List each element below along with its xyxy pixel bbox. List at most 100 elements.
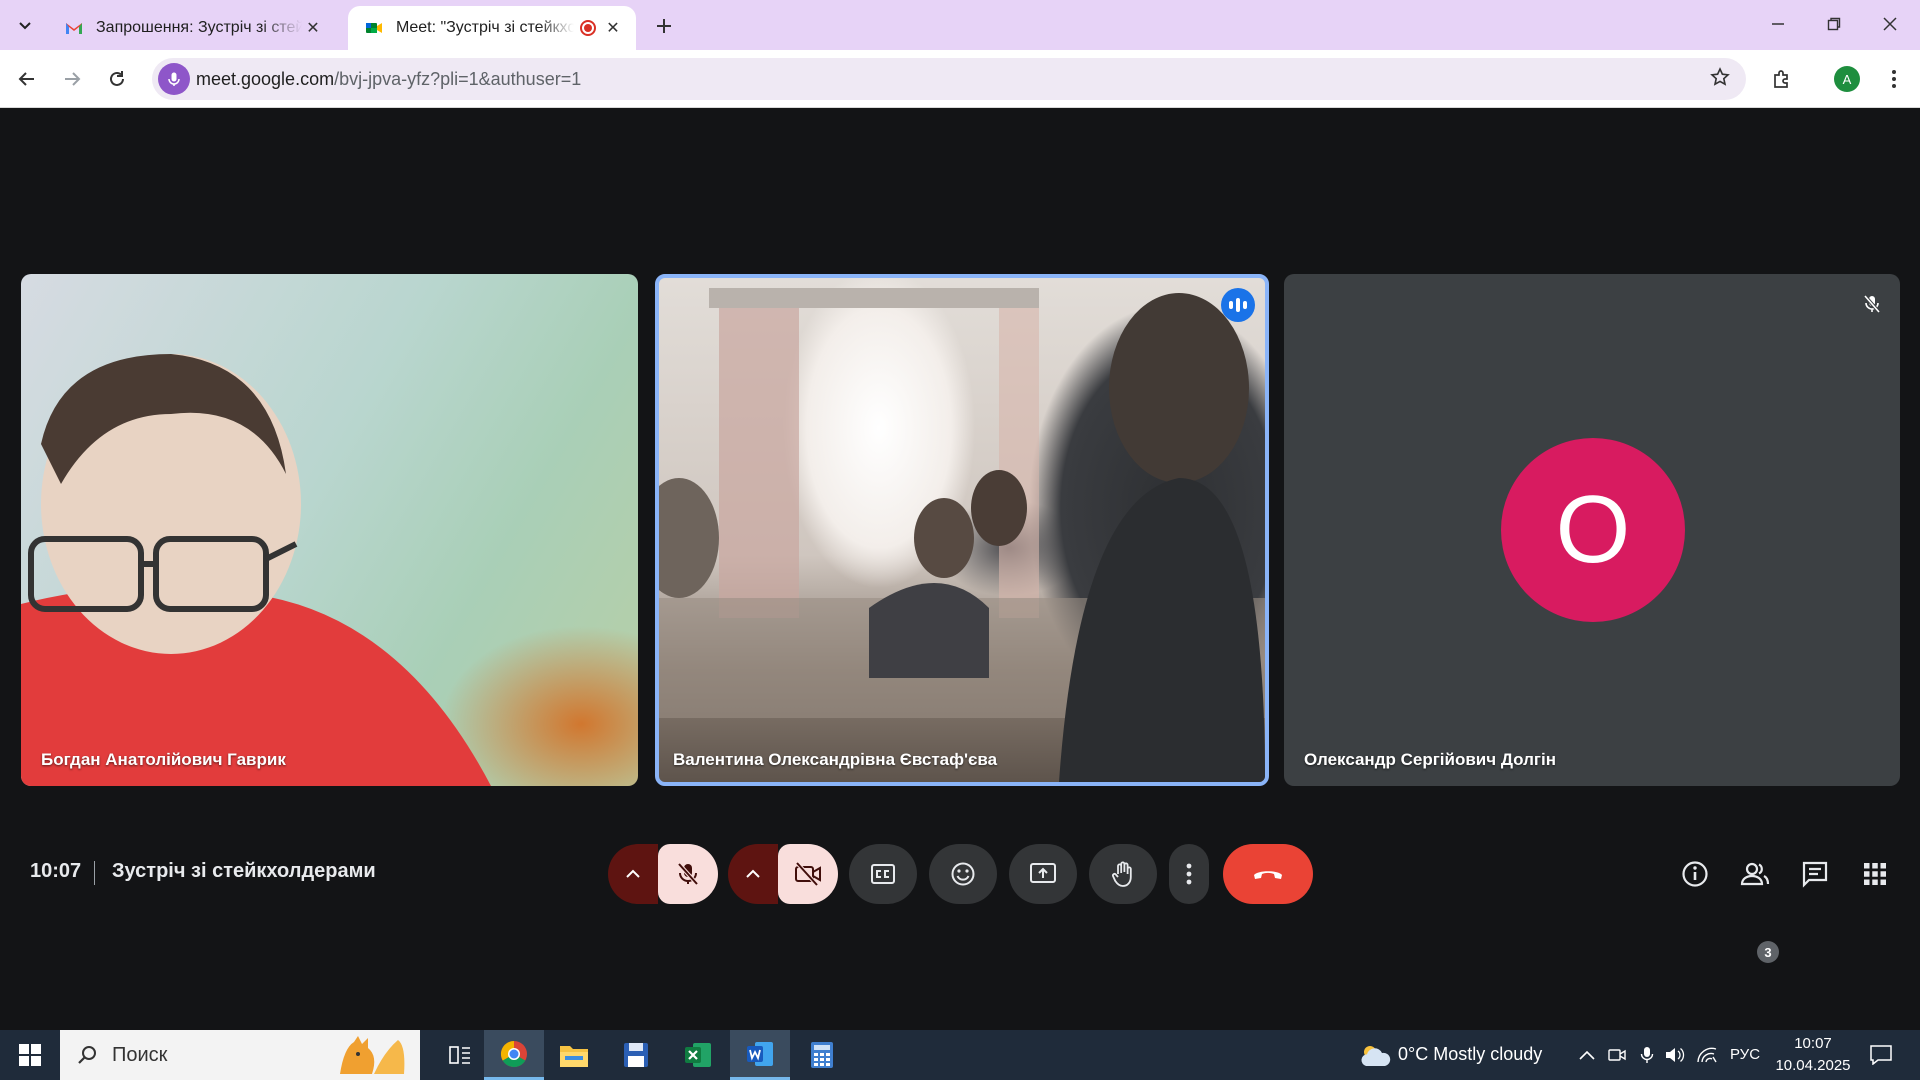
camera-options-button[interactable] bbox=[728, 844, 778, 904]
new-tab-button[interactable] bbox=[650, 12, 678, 40]
leave-call-button[interactable] bbox=[1223, 844, 1313, 904]
search-placeholder: Поиск bbox=[112, 1043, 168, 1066]
minimize-icon bbox=[1772, 23, 1784, 25]
hand-icon bbox=[1112, 861, 1132, 887]
browser-menu-button[interactable] bbox=[1880, 62, 1908, 96]
chrome-icon bbox=[500, 1040, 527, 1067]
excel-icon bbox=[685, 1043, 711, 1067]
microphone-tray-icon[interactable] bbox=[1636, 1044, 1658, 1066]
info-icon bbox=[1682, 861, 1708, 887]
reactions-button[interactable] bbox=[929, 844, 997, 904]
search-highlight-fox-icon bbox=[340, 1036, 405, 1074]
address-bar[interactable]: meet.google.com/bvj-jpva-yfz?pli=1&authu… bbox=[152, 58, 1746, 100]
profile-avatar[interactable]: A bbox=[1834, 66, 1860, 92]
close-tab-icon[interactable]: ✕ bbox=[302, 17, 324, 39]
chat-icon bbox=[1802, 861, 1828, 888]
reload-icon bbox=[110, 71, 124, 86]
close-window-button[interactable] bbox=[1862, 0, 1918, 48]
more-vert-icon bbox=[1892, 70, 1896, 88]
arrow-left-icon bbox=[18, 72, 34, 86]
divider bbox=[94, 861, 95, 885]
participant-avatar: О bbox=[1501, 438, 1685, 622]
participant-video bbox=[659, 288, 1265, 782]
chat-button[interactable] bbox=[1797, 856, 1833, 892]
url-host: meet.google.com bbox=[196, 69, 335, 89]
participant-tile-speaking[interactable]: Валентина Олександрівна Євстаф'єва bbox=[655, 274, 1269, 786]
clock-date[interactable]: 10.04.2025 bbox=[1774, 1057, 1852, 1074]
bookmark-star-icon[interactable] bbox=[1710, 67, 1730, 93]
activities-button[interactable] bbox=[1857, 856, 1893, 892]
clock-time[interactable]: 10:07 bbox=[1778, 1035, 1848, 1052]
network-icon[interactable] bbox=[1696, 1044, 1718, 1066]
forward-button[interactable] bbox=[55, 62, 89, 96]
mic-off-icon bbox=[1858, 290, 1886, 318]
url-text: meet.google.com/bvj-jpva-yfz?pli=1&authu… bbox=[196, 69, 581, 90]
restore-button[interactable] bbox=[1806, 0, 1862, 48]
reload-button[interactable] bbox=[100, 62, 134, 96]
file-explorer-icon bbox=[560, 1046, 588, 1067]
meet-icon bbox=[366, 23, 382, 33]
camera-control bbox=[728, 844, 838, 904]
taskbar-search[interactable]: Поиск bbox=[60, 1030, 420, 1080]
microphone-in-use-icon[interactable] bbox=[158, 63, 190, 95]
taskbar-excel[interactable] bbox=[668, 1030, 728, 1080]
gmail-icon bbox=[66, 23, 82, 34]
meeting-clock: 10:07 bbox=[30, 860, 82, 882]
meet-now-icon[interactable] bbox=[1606, 1044, 1628, 1066]
task-view-button[interactable] bbox=[430, 1030, 490, 1080]
close-tab-icon[interactable]: ✕ bbox=[602, 17, 624, 39]
more-vert-icon bbox=[1186, 863, 1192, 885]
restore-icon bbox=[1827, 17, 1841, 31]
chevron-up-icon bbox=[746, 869, 760, 878]
raise-hand-button[interactable] bbox=[1089, 844, 1157, 904]
browser-toolbar: meet.google.com/bvj-jpva-yfz?pli=1&authu… bbox=[0, 50, 1920, 108]
camera-off-icon bbox=[795, 861, 821, 887]
tab-title: Meet: "Зустріч зі стейкхолдерами" bbox=[396, 19, 574, 36]
puzzle-icon bbox=[1774, 70, 1788, 88]
participant-tile[interactable]: Богдан Анатолійович Гаврик bbox=[21, 274, 638, 786]
people-button[interactable] bbox=[1737, 856, 1773, 892]
close-icon bbox=[1883, 17, 1897, 31]
url-path: /bvj-jpva-yfz?pli=1&authuser=1 bbox=[334, 69, 582, 89]
start-button[interactable] bbox=[0, 1030, 60, 1080]
taskbar-save-app[interactable] bbox=[606, 1030, 666, 1080]
mic-off-icon bbox=[677, 862, 699, 886]
show-hidden-icons-chevron-icon[interactable] bbox=[1576, 1044, 1598, 1066]
weather-text[interactable]: 0°C Mostly cloudy bbox=[1398, 1044, 1542, 1065]
people-icon bbox=[1740, 862, 1770, 886]
search-icon bbox=[76, 1044, 98, 1066]
taskbar-word[interactable] bbox=[730, 1030, 790, 1080]
taskbar-calculator[interactable] bbox=[792, 1030, 852, 1080]
word-icon bbox=[747, 1041, 773, 1066]
tab-strip: Запрошення: Зустріч зі стейкхолдерами ✕ … bbox=[0, 0, 1920, 50]
meeting-details-button[interactable] bbox=[1677, 856, 1713, 892]
save-icon bbox=[624, 1043, 648, 1067]
chevron-down-icon bbox=[19, 22, 31, 30]
tab-search-button[interactable] bbox=[10, 10, 40, 40]
participant-name: Олександр Сергійович Долгін bbox=[1304, 750, 1556, 769]
mic-options-button[interactable] bbox=[608, 844, 658, 904]
taskbar-chrome[interactable] bbox=[484, 1030, 544, 1080]
task-view-icon bbox=[449, 1046, 470, 1064]
participant-count-badge: 3 bbox=[1757, 941, 1779, 963]
camera-toggle-button[interactable] bbox=[778, 844, 838, 904]
participant-tile[interactable]: О Олександр Сергійович Долгін bbox=[1284, 274, 1900, 786]
meeting-title: Зустріч зі стейкхолдерами bbox=[112, 860, 376, 882]
captions-button[interactable] bbox=[849, 844, 917, 904]
recording-icon bbox=[580, 20, 596, 36]
extensions-button[interactable] bbox=[1766, 63, 1798, 95]
back-button[interactable] bbox=[10, 62, 44, 96]
tab-meet[interactable]: Meet: "Зустріч зі стейкхолдерами" ✕ bbox=[348, 6, 636, 50]
more-options-button[interactable] bbox=[1169, 844, 1209, 904]
minimize-button[interactable] bbox=[1750, 0, 1806, 48]
chevron-up-icon bbox=[626, 869, 640, 878]
taskbar-file-explorer[interactable] bbox=[544, 1030, 604, 1080]
volume-icon[interactable] bbox=[1664, 1044, 1686, 1066]
tab-gmail-invite[interactable]: Запрошення: Зустріч зі стейкхолдерами ✕ bbox=[48, 6, 336, 50]
hang-up-icon bbox=[1254, 871, 1282, 879]
input-language[interactable]: РУС bbox=[1730, 1046, 1760, 1063]
apps-grid-icon bbox=[1864, 863, 1886, 885]
mic-toggle-button[interactable] bbox=[658, 844, 718, 904]
present-now-button[interactable] bbox=[1009, 844, 1077, 904]
notifications-icon[interactable] bbox=[1868, 1044, 1894, 1066]
